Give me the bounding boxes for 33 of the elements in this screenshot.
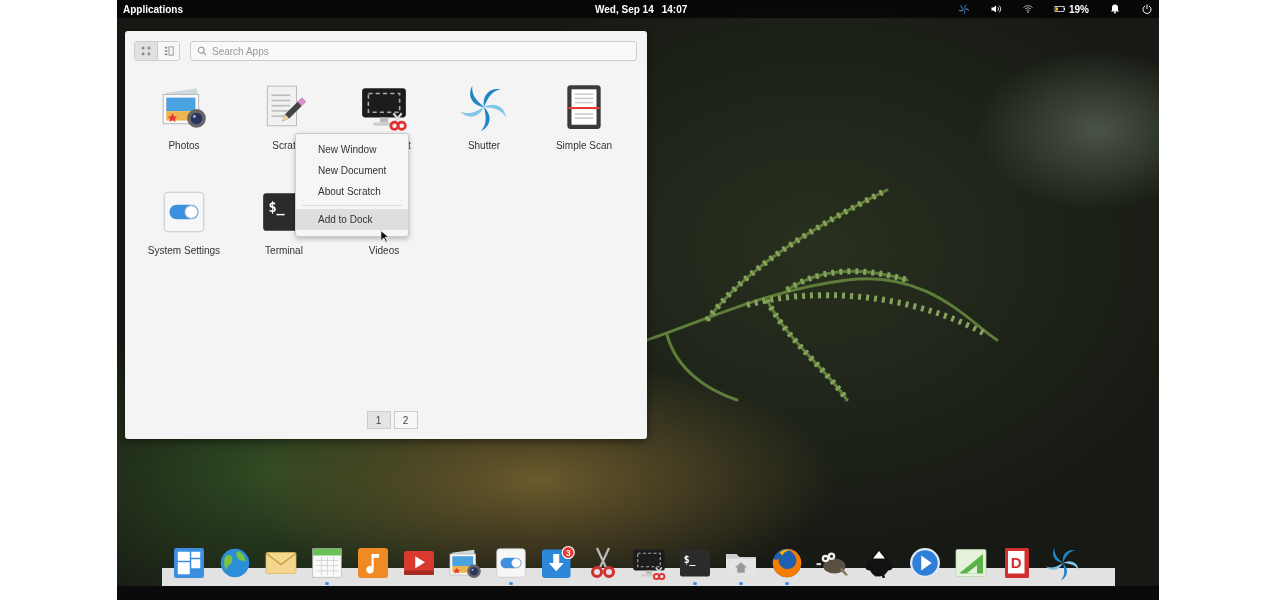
app-launcher[interactable]: Photos xyxy=(134,82,234,187)
menu-item[interactable]: About Scratch xyxy=(296,181,408,202)
search-icon xyxy=(197,46,207,56)
dock-launcher[interactable]: 3 xyxy=(538,545,575,585)
running-indicator xyxy=(784,582,789,585)
app-launcher[interactable]: Simple Scan xyxy=(534,82,634,187)
page-button[interactable]: 2 xyxy=(393,411,418,429)
grid-view-button[interactable] xyxy=(135,42,157,60)
running-indicator xyxy=(324,582,329,585)
running-indicator xyxy=(738,582,743,585)
spiral-icon xyxy=(1044,545,1081,581)
spiral-icon[interactable] xyxy=(958,3,970,15)
app-launcher[interactable]: System Settings xyxy=(134,187,234,292)
list-icon xyxy=(163,46,174,56)
search-field[interactable]: Search Apps xyxy=(190,41,637,61)
menu-item[interactable]: New Document xyxy=(296,160,408,181)
app-launcher[interactable]: Shutter xyxy=(434,82,534,187)
menu-item[interactable]: New Window xyxy=(296,139,408,160)
page-button[interactable]: 1 xyxy=(366,411,391,429)
battery-icon[interactable] xyxy=(1054,3,1066,15)
notification-badge: 3 xyxy=(561,545,575,560)
running-indicator xyxy=(508,582,513,585)
grid-icon xyxy=(141,46,151,56)
date-label[interactable]: Wed, Sep 14 xyxy=(595,3,654,15)
wifi-icon[interactable] xyxy=(1022,3,1034,15)
applications-menu[interactable]: Applications xyxy=(123,3,183,15)
bell-icon[interactable] xyxy=(1109,3,1121,15)
running-indicator xyxy=(692,582,697,585)
power-icon[interactable] xyxy=(1141,3,1153,15)
volume-icon[interactable] xyxy=(990,3,1002,15)
battery-percentage: 19% xyxy=(1069,3,1089,15)
menu-item[interactable]: Add to Dock xyxy=(296,209,408,230)
time-label[interactable]: 14:07 xyxy=(661,3,688,15)
